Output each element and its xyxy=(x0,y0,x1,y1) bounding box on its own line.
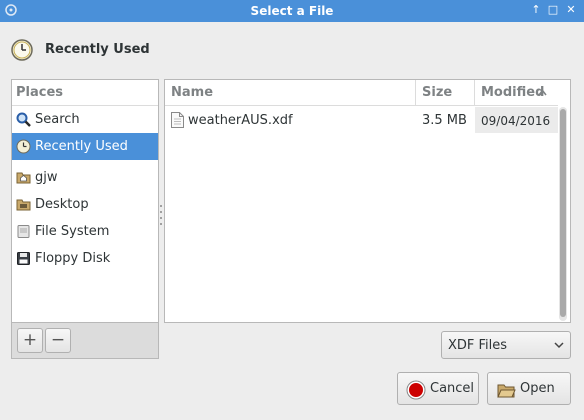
sidebar-item-label: Desktop xyxy=(35,197,89,212)
window-title: Select a File xyxy=(250,4,334,18)
column-header-name[interactable]: Name xyxy=(165,80,416,106)
search-icon xyxy=(16,112,31,127)
column-header-size[interactable]: Size xyxy=(416,80,475,106)
title-bar: Select a File ↑ □ ✕ xyxy=(0,0,584,22)
places-toolbar: + − xyxy=(11,323,159,359)
sidebar-item-recently-used[interactable]: Recently Used xyxy=(12,133,158,160)
floppy-icon xyxy=(17,252,30,265)
remove-bookmark-button[interactable]: − xyxy=(45,328,71,353)
sidebar-item-file-system[interactable]: File System xyxy=(12,218,158,245)
file-list: Name Size Modified weatherAUS.xdf 3.5 MB… xyxy=(164,79,571,323)
column-label: Modified xyxy=(481,85,545,100)
places-sidebar: Places Search Recently Used gjw Desktop xyxy=(11,79,159,323)
file-type-filter[interactable]: XDF Files xyxy=(441,331,571,359)
sidebar-item-label: File System xyxy=(35,224,110,239)
sidebar-item-label: gjw xyxy=(35,170,58,185)
close-icon[interactable]: ✕ xyxy=(564,3,578,17)
scrollbar-thumb[interactable] xyxy=(560,109,566,317)
desktop-folder-icon xyxy=(16,199,31,211)
sidebar-item-floppy-disk[interactable]: Floppy Disk xyxy=(12,245,158,272)
home-folder-icon xyxy=(16,172,31,184)
plus-icon: + xyxy=(22,330,38,350)
chevron-down-icon xyxy=(554,342,564,349)
column-label: Name xyxy=(171,85,214,100)
table-row[interactable]: weatherAUS.xdf 3.5 MB 09/04/2016 xyxy=(165,107,558,133)
maximize-icon[interactable]: □ xyxy=(546,3,560,17)
column-header-modified[interactable]: Modified xyxy=(475,80,558,106)
clock-icon xyxy=(11,39,33,61)
sidebar-item-label: Recently Used xyxy=(35,139,128,154)
drive-icon xyxy=(17,225,30,238)
cancel-button[interactable]: Cancel xyxy=(397,372,479,405)
cancel-label: Cancel xyxy=(430,381,475,396)
add-bookmark-button[interactable]: + xyxy=(17,328,43,353)
sidebar-item-desktop[interactable]: Desktop xyxy=(12,191,158,218)
location-label: Recently Used xyxy=(45,42,150,57)
file-size: 3.5 MB xyxy=(422,113,467,128)
sidebar-item-label: Floppy Disk xyxy=(35,251,111,266)
column-label: Size xyxy=(422,85,453,100)
file-icon xyxy=(171,112,184,128)
sidebar-item-search[interactable]: Search xyxy=(12,106,158,133)
stop-icon xyxy=(406,380,426,400)
open-button[interactable]: Open xyxy=(487,372,571,405)
location-header: Recently Used xyxy=(10,36,310,64)
pane-resize-handle[interactable] xyxy=(160,205,163,231)
file-modified: 09/04/2016 xyxy=(481,114,551,128)
vertical-scrollbar[interactable] xyxy=(559,107,567,321)
sidebar-item-label: Search xyxy=(35,112,80,127)
file-name: weatherAUS.xdf xyxy=(188,113,293,128)
sort-ascending-icon xyxy=(538,89,547,96)
restore-icon[interactable]: ↑ xyxy=(529,3,543,17)
clock-icon xyxy=(16,139,31,154)
open-folder-icon xyxy=(497,384,516,398)
filter-selected-value: XDF Files xyxy=(448,338,508,353)
open-label: Open xyxy=(520,381,555,396)
places-heading: Places xyxy=(12,80,158,106)
minus-icon: − xyxy=(50,330,66,350)
sidebar-item-gjw[interactable]: gjw xyxy=(12,164,158,191)
